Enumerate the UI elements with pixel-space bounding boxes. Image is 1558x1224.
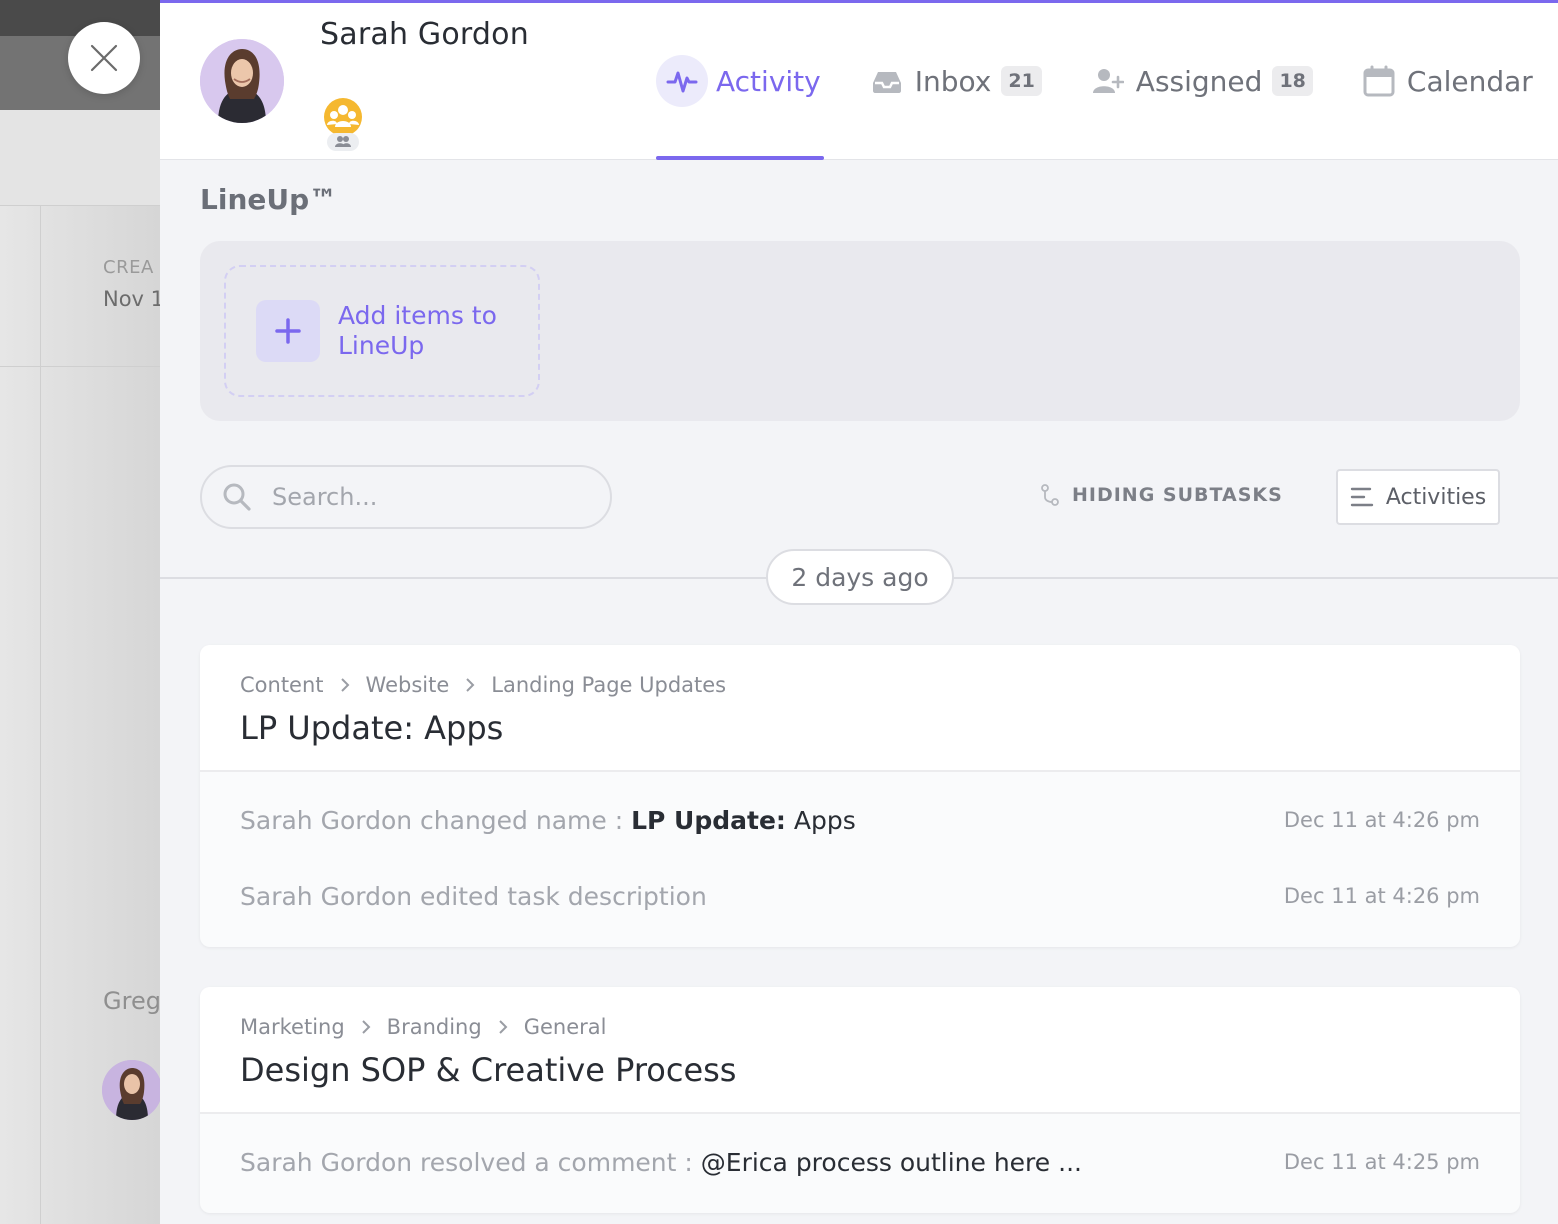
activity-actor-text: Sarah Gordon changed name : — [240, 805, 632, 835]
profile-panel: Sarah Gordon Activity Inbox 21 Assigned … — [160, 0, 1558, 1224]
breadcrumb-item[interactable]: Content — [240, 673, 324, 697]
date-divider: 2 days ago — [766, 549, 954, 605]
tab-assigned[interactable]: Assigned 18 — [1092, 51, 1313, 111]
tab-calendar[interactable]: Calendar — [1363, 51, 1533, 111]
add-to-lineup-label: Add items to LineUp — [338, 301, 497, 360]
activity-description: Sarah Gordon resolved a comment : @Erica… — [240, 1148, 1082, 1177]
background-divider — [0, 366, 160, 367]
background-user-name: Greg — [103, 987, 160, 1015]
activity-actor-text: Sarah Gordon edited task description — [240, 881, 707, 911]
activity-value-bold: LP Update: — [631, 805, 786, 835]
plus-icon — [256, 300, 320, 362]
activity-description: Sarah Gordon edited task description — [240, 882, 707, 911]
breadcrumb-item[interactable]: Website — [366, 673, 450, 697]
tab-inbox[interactable]: Inbox 21 — [871, 51, 1042, 111]
tab-activity-label: Activity — [716, 64, 821, 98]
breadcrumb-item[interactable]: Landing Page Updates — [491, 673, 726, 697]
activity-timestamp: Dec 11 at 4:26 pm — [1283, 808, 1480, 832]
lineup-container: Add items to LineUp — [200, 241, 1520, 421]
tab-activity[interactable]: Activity — [656, 51, 824, 160]
breadcrumb: Content Website Landing Page Updates — [240, 673, 1480, 697]
task-title[interactable]: Design SOP & Creative Process — [240, 1051, 1480, 1089]
activity-card: Marketing Branding General Design SOP & … — [200, 987, 1520, 1213]
active-tab-indicator — [656, 156, 824, 160]
activity-row: Sarah Gordon changed name : LP Update: A… — [200, 782, 1520, 858]
team-icon[interactable] — [322, 97, 364, 153]
activity-comment-excerpt[interactable]: @Erica process outline here ... — [701, 1148, 1082, 1177]
chevron-right-icon — [340, 677, 350, 693]
hiding-subtasks-toggle[interactable]: HIDING SUBTASKS — [1040, 483, 1283, 507]
search-field[interactable] — [200, 465, 612, 529]
activity-row: Sarah Gordon edited task description Dec… — [200, 858, 1520, 934]
inbox-tray-icon — [871, 67, 903, 95]
hiding-subtasks-label: HIDING SUBTASKS — [1072, 484, 1283, 506]
activity-timestamp: Dec 11 at 4:26 pm — [1283, 884, 1480, 908]
background-toolbar — [0, 110, 160, 206]
breadcrumb: Marketing Branding General — [240, 1015, 1480, 1039]
activity-value: Apps — [785, 805, 856, 835]
close-icon — [90, 44, 118, 72]
user-name: Sarah Gordon — [320, 17, 529, 52]
activity-card-header[interactable]: Content Website Landing Page Updates LP … — [200, 645, 1520, 772]
close-button[interactable] — [68, 22, 140, 94]
assigned-count-badge: 18 — [1272, 66, 1313, 96]
profile-tabs: Activity Inbox 21 Assigned 18 Calendar — [656, 51, 1533, 160]
tab-calendar-label: Calendar — [1406, 64, 1533, 98]
activities-filter-button[interactable]: Activities — [1336, 469, 1500, 525]
background-page: CREA Nov 1 Greg — [0, 0, 160, 1224]
search-icon — [223, 483, 251, 511]
activity-row: Sarah Gordon resolved a comment : @Erica… — [200, 1124, 1520, 1200]
search-input[interactable] — [272, 483, 592, 511]
activity-actor-text: Sarah Gordon resolved a comment : — [240, 1147, 701, 1177]
calendar-icon — [1363, 65, 1395, 97]
breadcrumb-item[interactable]: General — [524, 1015, 607, 1039]
chevron-right-icon — [465, 677, 475, 693]
avatar[interactable] — [200, 39, 284, 123]
background-created-label: CREA — [103, 257, 154, 278]
background-divider — [40, 206, 41, 1224]
activity-card: Content Website Landing Page Updates LP … — [200, 645, 1520, 947]
add-to-lineup-button[interactable]: Add items to LineUp — [224, 265, 540, 397]
activity-pulse-icon — [656, 55, 708, 107]
filter-lines-icon — [1350, 487, 1374, 507]
inbox-count-badge: 21 — [1001, 66, 1042, 96]
activity-timestamp: Dec 11 at 4:25 pm — [1283, 1150, 1480, 1174]
panel-header: Sarah Gordon Activity Inbox 21 Assigned … — [160, 3, 1558, 160]
lineup-title: LineUp™ — [200, 183, 338, 216]
tab-assigned-label: Assigned — [1135, 64, 1263, 98]
subtasks-icon — [1041, 484, 1059, 506]
task-title[interactable]: LP Update: Apps — [240, 709, 1480, 747]
chevron-right-icon — [361, 1019, 371, 1035]
breadcrumb-item[interactable]: Marketing — [240, 1015, 345, 1039]
activity-card-header[interactable]: Marketing Branding General Design SOP & … — [200, 987, 1520, 1114]
breadcrumb-item[interactable]: Branding — [387, 1015, 482, 1039]
user-plus-icon — [1092, 67, 1124, 95]
background-avatar[interactable] — [102, 1060, 160, 1120]
tab-inbox-label: Inbox — [914, 64, 992, 98]
activities-filter-label: Activities — [1385, 484, 1487, 510]
activity-description: Sarah Gordon changed name : LP Update: A… — [240, 806, 856, 835]
background-created-date: Nov 1 — [103, 287, 160, 311]
chevron-right-icon — [498, 1019, 508, 1035]
